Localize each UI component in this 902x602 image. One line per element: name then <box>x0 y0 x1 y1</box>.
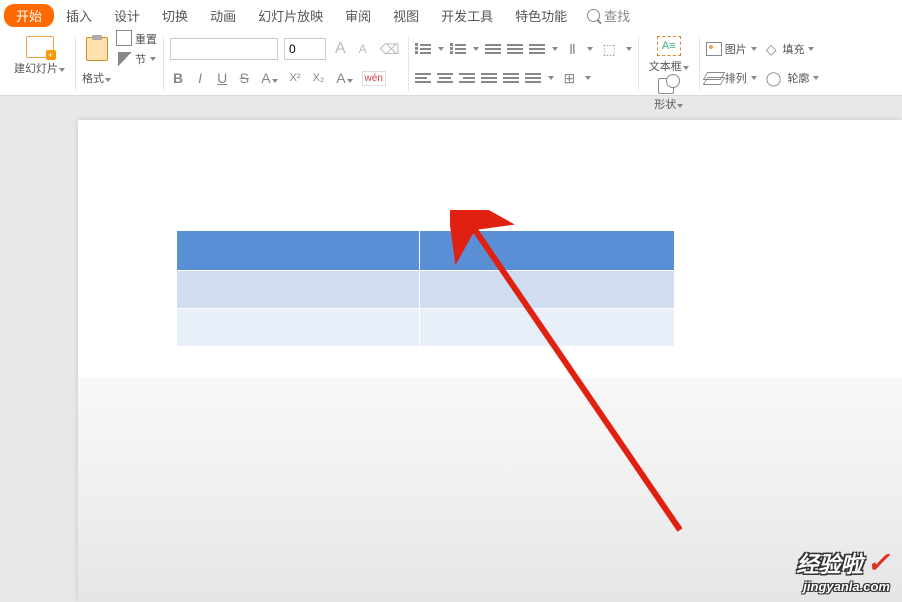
outline-button[interactable]: ◯轮廓 <box>763 70 820 87</box>
group-insert: A≡ 文本框 形状 <box>639 36 700 91</box>
increase-indent-button[interactable] <box>507 42 523 56</box>
menu-tab-design[interactable]: 设计 <box>104 2 150 29</box>
shrink-font-button[interactable]: A <box>355 42 371 56</box>
group-font: A A ⌫ B I U S A X² X₂ A wén <box>164 36 409 91</box>
fill-button[interactable]: ◇填充 <box>763 41 815 58</box>
table-row[interactable] <box>177 231 676 271</box>
menu-tab-insert[interactable]: 插入 <box>56 2 102 29</box>
arrange-button[interactable]: 排列 <box>706 70 757 86</box>
group-paragraph: Ⅱ ⬚ ⊞ <box>409 36 638 91</box>
fill-icon: ◇ <box>763 41 780 58</box>
copy-icon <box>118 32 132 46</box>
bullet-list-button[interactable] <box>415 42 431 56</box>
slide-canvas[interactable] <box>78 120 902 602</box>
align-center-button[interactable] <box>437 71 453 85</box>
distribute-button[interactable] <box>503 71 519 85</box>
new-slide-button[interactable]: + 建幻灯片 <box>10 36 69 76</box>
number-list-button[interactable] <box>450 42 466 56</box>
table-row[interactable] <box>177 309 676 347</box>
grow-font-button[interactable]: A <box>332 40 349 58</box>
check-icon: ✓ <box>867 546 890 579</box>
brush-icon <box>118 52 132 66</box>
new-slide-icon: + <box>26 36 54 58</box>
shape-icon <box>658 74 680 94</box>
arrange-icon <box>706 72 722 84</box>
menu-tab-view[interactable]: 视图 <box>383 2 429 29</box>
text-direction-button[interactable]: Ⅱ <box>564 41 580 58</box>
picture-button[interactable]: 图片 <box>706 41 757 57</box>
phonetic-button[interactable]: wén <box>362 71 386 86</box>
paste-icon <box>86 37 108 61</box>
convert-smartart-button[interactable]: ⊞ <box>560 70 578 87</box>
strike-button[interactable]: S <box>236 70 252 86</box>
clear-format-button[interactable]: ⌫ <box>377 41 403 58</box>
watermark: 经验啦✓ jingyanla.com <box>797 546 890 594</box>
font-color-button[interactable]: A <box>258 70 280 86</box>
columns-button[interactable] <box>525 71 541 85</box>
copy-button[interactable]: 重置 <box>118 31 157 47</box>
group-slides: + 建幻灯片 <box>4 36 76 91</box>
table-row[interactable] <box>177 271 676 309</box>
line-spacing-button[interactable] <box>529 42 545 56</box>
menu-tab-animation[interactable]: 动画 <box>200 2 246 29</box>
search-label: 查找 <box>604 6 630 25</box>
ribbon: + 建幻灯片 重置 节 格式 A A ⌫ B I U S <box>0 30 902 96</box>
font-size-input[interactable] <box>284 38 326 60</box>
textbox-button[interactable]: A≡ 文本框 <box>645 36 693 74</box>
text-effect-button[interactable]: A <box>333 70 355 86</box>
italic-button[interactable]: I <box>192 70 208 86</box>
align-right-button[interactable] <box>459 71 475 85</box>
group-arrange: 图片 ◇填充 排列 ◯轮廓 <box>700 36 826 91</box>
menu-tab-slideshow[interactable]: 幻灯片放映 <box>248 2 333 29</box>
superscript-button[interactable]: X² <box>287 72 304 84</box>
menu-tab-devtools[interactable]: 开发工具 <box>431 2 503 29</box>
outline-icon: ◯ <box>763 70 785 87</box>
slide-floor <box>78 378 902 602</box>
align-justify-button[interactable] <box>481 71 497 85</box>
subscript-button[interactable]: X₂ <box>310 72 328 84</box>
search-icon <box>587 9 600 22</box>
menu-tab-review[interactable]: 审阅 <box>335 2 381 29</box>
bold-button[interactable]: B <box>170 70 186 86</box>
paste-button[interactable] <box>82 37 112 61</box>
textbox-icon: A≡ <box>657 36 681 56</box>
picture-icon <box>706 42 722 56</box>
font-name-input[interactable] <box>170 38 278 60</box>
menu-tab-start[interactable]: 开始 <box>4 4 54 27</box>
decrease-indent-button[interactable] <box>485 42 501 56</box>
shape-button[interactable]: 形状 <box>645 74 693 112</box>
menu-tab-transition[interactable]: 切换 <box>152 2 198 29</box>
menu-bar: 开始 插入 设计 切换 动画 幻灯片放映 审阅 视图 开发工具 特色功能 查找 <box>0 0 902 30</box>
menu-tab-special[interactable]: 特色功能 <box>505 2 577 29</box>
group-clipboard: 重置 节 格式 <box>76 36 164 91</box>
align-left-button[interactable] <box>415 71 431 85</box>
align-text-button[interactable]: ⬚ <box>599 41 618 58</box>
search-box[interactable]: 查找 <box>579 2 638 29</box>
underline-button[interactable]: U <box>214 70 230 86</box>
slide-table[interactable] <box>176 230 676 347</box>
slide-content <box>78 120 902 602</box>
